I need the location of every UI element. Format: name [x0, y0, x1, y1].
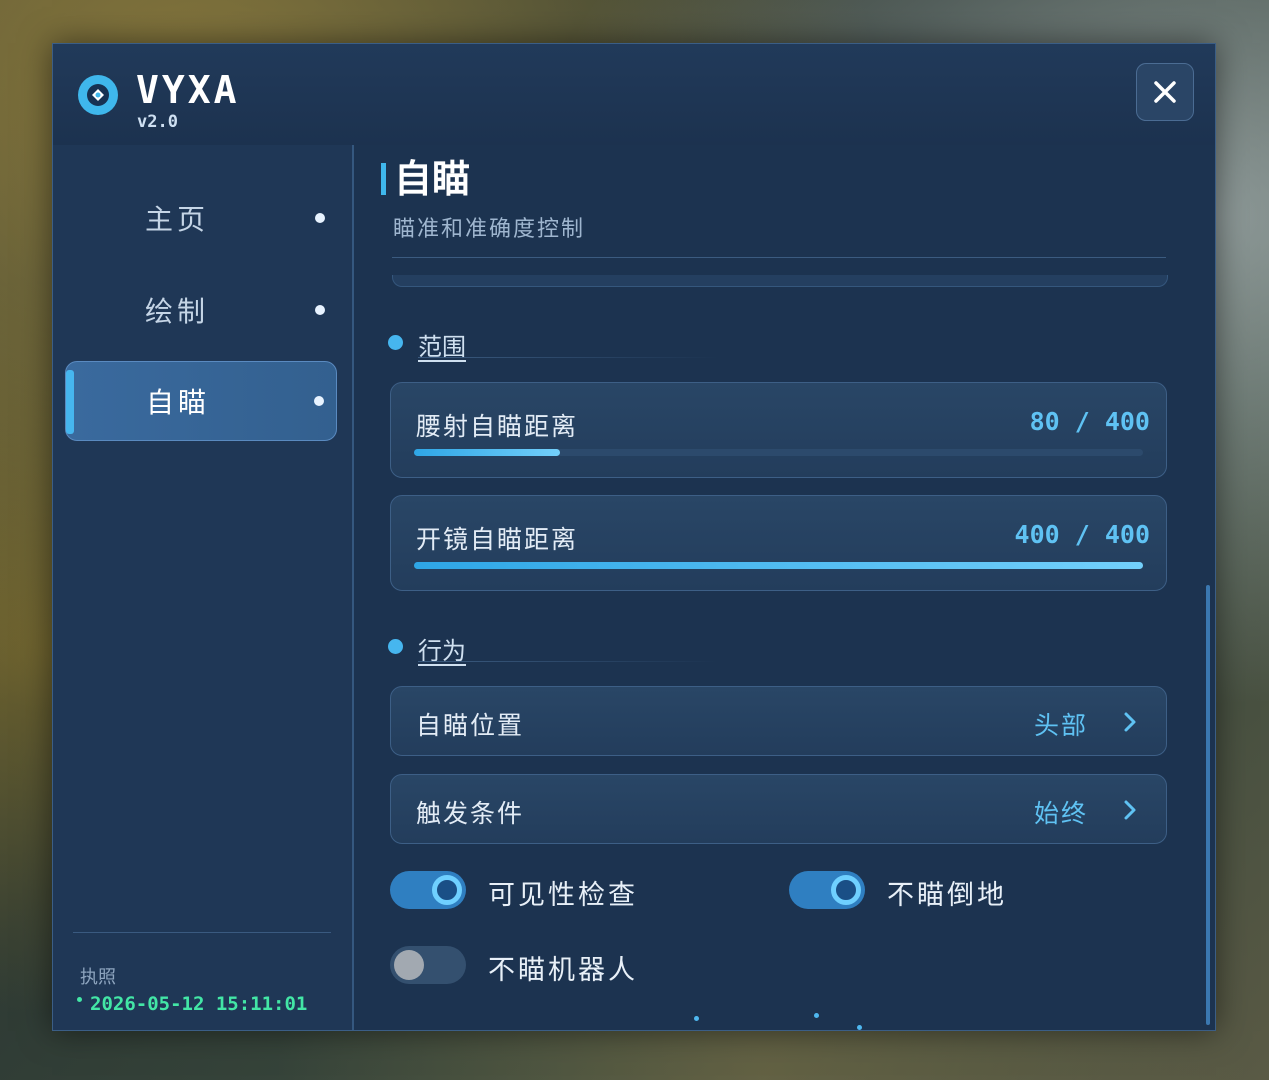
ignore-downed-label: 不瞄倒地 [887, 880, 1007, 911]
slider-fill [414, 562, 1143, 569]
scrollbar[interactable] [1206, 585, 1210, 1025]
aim-position-select[interactable]: 自瞄位置 头部 [390, 686, 1167, 756]
sidebar-divider [73, 932, 331, 933]
license-status-dot [77, 997, 82, 1002]
nav-dot-icon [315, 305, 325, 315]
sidebar-item-label: 绘制 [145, 295, 210, 328]
select-value: 头部 [1033, 711, 1088, 740]
menu-window: VYXA v2.0 主页 绘制 自瞄 执照 2026-05-12 15:11:0… [52, 43, 1216, 1031]
select-label: 触发条件 [416, 799, 525, 828]
ignore-bots-label: 不瞄机器人 [488, 955, 638, 986]
particle-dot [857, 1025, 862, 1030]
sidebar-item-aimbot[interactable]: 自瞄 [65, 361, 337, 441]
toggle-knob [432, 875, 462, 905]
section-dot-icon [388, 639, 403, 654]
target-logo-icon [78, 75, 118, 115]
nav-dot-icon [314, 396, 324, 406]
hip-aim-distance-slider[interactable]: 腰射自瞄距离 80 / 400 [390, 382, 1167, 478]
nav-dot-icon [315, 213, 325, 223]
select-value: 始终 [1033, 799, 1088, 828]
license-label: 执照 [80, 967, 116, 988]
chevron-right-icon [1124, 800, 1136, 820]
trigger-condition-select[interactable]: 触发条件 始终 [390, 774, 1167, 844]
main-content: 自瞄 瞄准和准确度控制 范围 腰射自瞄距离 80 / 400 开镜自瞄距离 40… [354, 145, 1215, 1030]
chevron-right-icon [1124, 712, 1136, 732]
section-rule [418, 661, 718, 662]
license-expiry: 2026-05-12 15:11:01 [90, 993, 308, 1015]
page-subtitle: 瞄准和准确度控制 [393, 217, 586, 242]
active-indicator [66, 370, 74, 434]
visibility-check-toggle[interactable] [390, 871, 466, 909]
sidebar-item-home[interactable]: 主页 [65, 178, 337, 258]
ignore-bots-toggle[interactable] [390, 946, 466, 984]
particle-dot [694, 1016, 699, 1021]
section-dot-icon [388, 335, 403, 350]
page-title: 自瞄 [394, 157, 471, 201]
header: VYXA v2.0 [53, 44, 1215, 147]
sidebar-item-label: 主页 [145, 203, 210, 236]
close-icon [1154, 81, 1176, 103]
toggle-knob [394, 950, 424, 980]
slider-fill [414, 449, 560, 456]
slider-value: 400 / 400 [1014, 520, 1150, 549]
title-accent-bar [381, 163, 386, 195]
slider-track[interactable] [414, 562, 1143, 569]
visibility-check-label: 可见性检查 [488, 880, 638, 911]
select-label: 自瞄位置 [416, 711, 525, 740]
ads-aim-distance-slider[interactable]: 开镜自瞄距离 400 / 400 [390, 495, 1167, 591]
close-button[interactable] [1136, 63, 1194, 121]
sidebar-item-label: 自瞄 [146, 386, 211, 419]
ignore-downed-toggle[interactable] [789, 871, 865, 909]
slider-label: 腰射自瞄距离 [416, 412, 579, 441]
title-divider [392, 257, 1166, 258]
slider-value: 80 / 400 [1029, 407, 1150, 436]
toggle-knob [831, 875, 861, 905]
app-version: v2.0 [137, 112, 178, 132]
sidebar: 主页 绘制 自瞄 执照 2026-05-12 15:11:01 [53, 145, 354, 1030]
section-rule [418, 357, 718, 358]
scrolled-card-edge [392, 275, 1168, 287]
slider-track[interactable] [414, 449, 1143, 456]
app-title: VYXA [136, 68, 240, 112]
particle-dot [814, 1013, 819, 1018]
slider-label: 开镜自瞄距离 [416, 525, 579, 554]
sidebar-item-draw[interactable]: 绘制 [65, 270, 337, 350]
